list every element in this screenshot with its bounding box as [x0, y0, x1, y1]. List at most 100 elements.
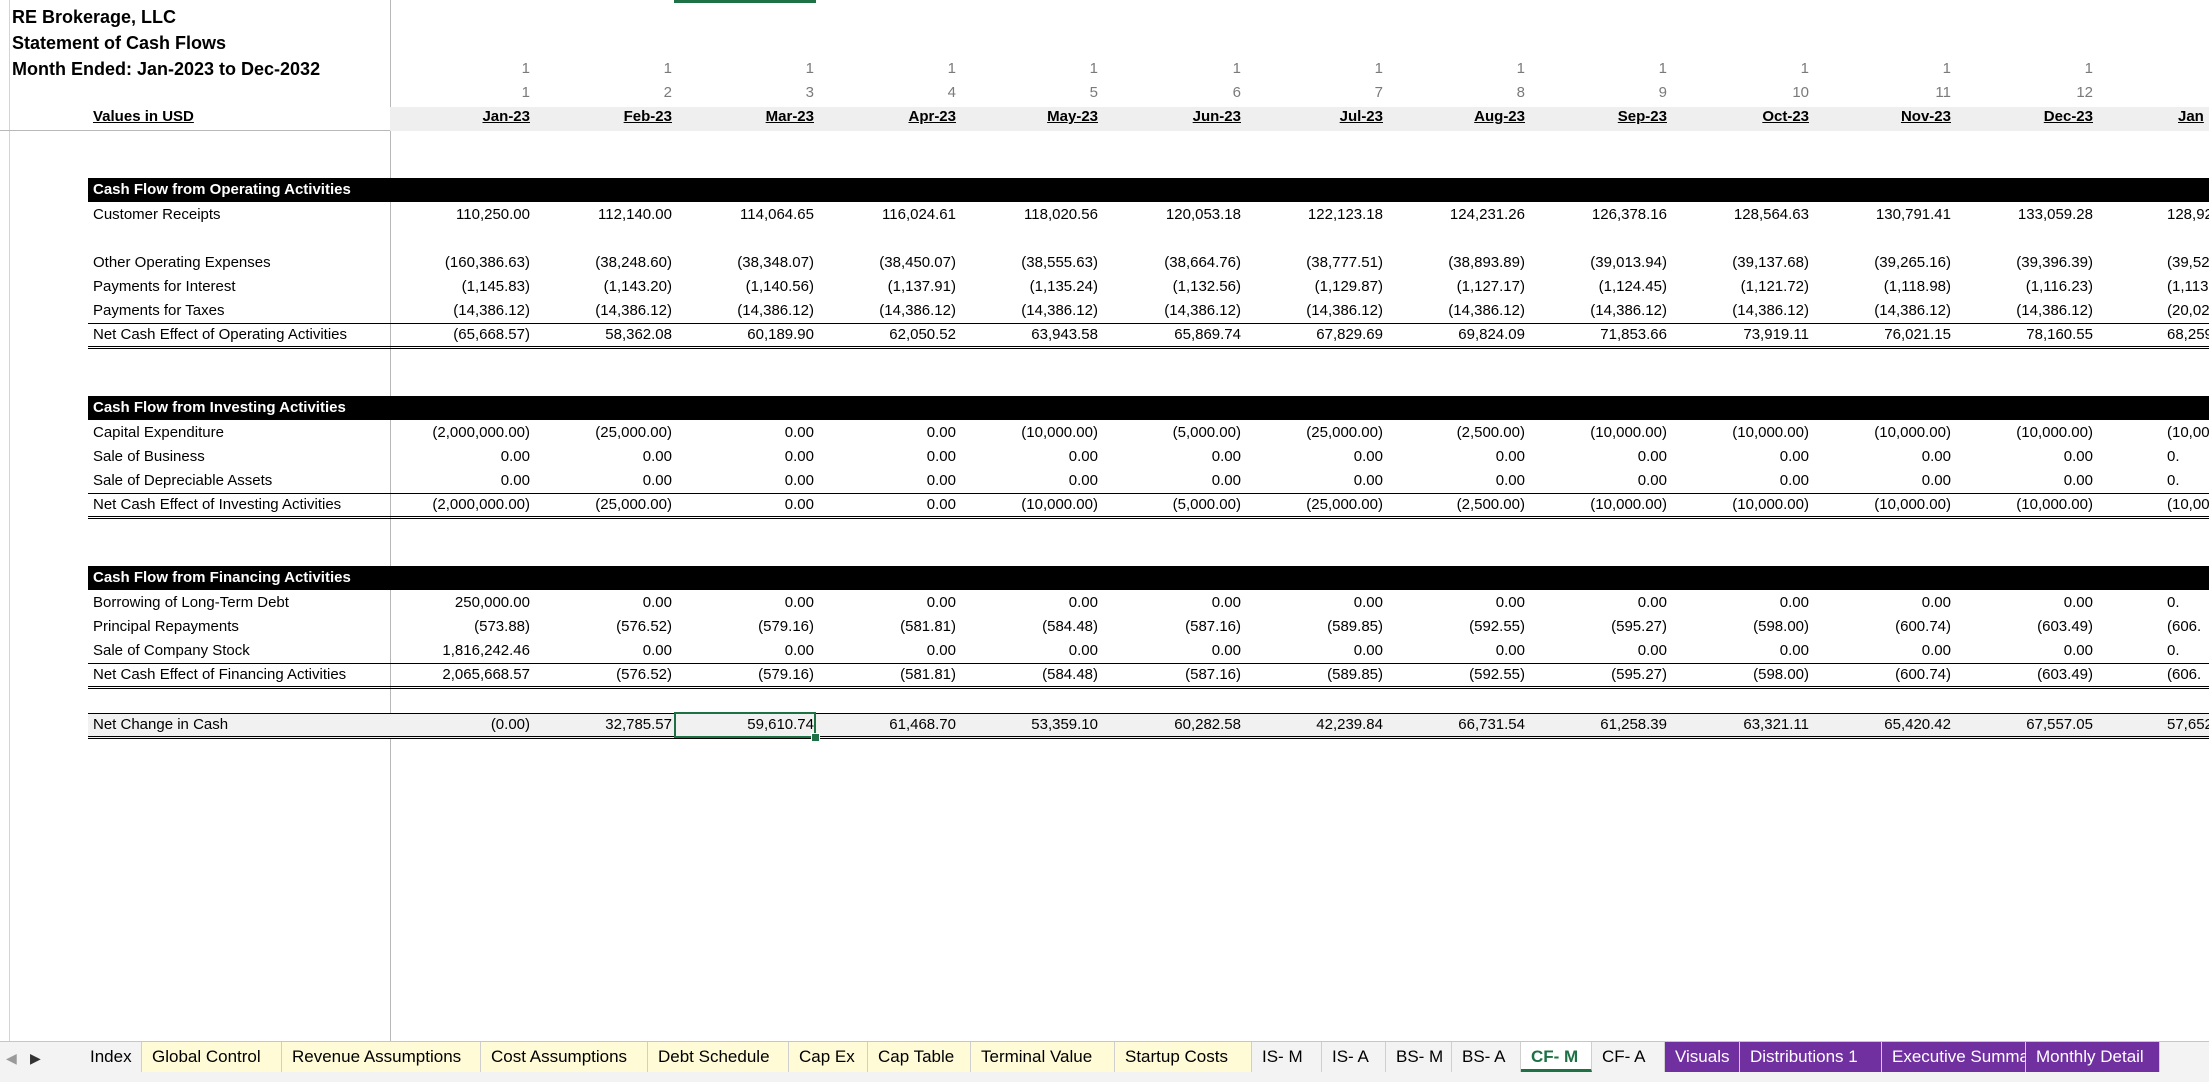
year-index-cell[interactable]: 1 [1674, 60, 1809, 77]
value-cell[interactable]: 65,420.42 [1816, 714, 1951, 736]
year-index-cell[interactable]: 1 [395, 60, 530, 77]
value-cell[interactable]: 60,189.90 [679, 324, 814, 346]
value-cell[interactable]: 0.00 [1106, 639, 1241, 663]
row-label[interactable]: Sale of Company Stock [93, 639, 250, 663]
value-cell[interactable]: (0.00) [395, 714, 530, 736]
value-cell[interactable]: 0.00 [1106, 469, 1241, 493]
value-cell[interactable]: (1,121.72) [1674, 275, 1809, 299]
value-cell[interactable]: (587.16) [1106, 664, 1241, 686]
value-cell[interactable]: (14,386.12) [679, 299, 814, 323]
value-cell[interactable]: (587.16) [1106, 615, 1241, 639]
value-cell[interactable]: (579.16) [679, 615, 814, 639]
value-cell[interactable]: (592.55) [1390, 615, 1525, 639]
month-header-cell[interactable]: Jul-23 [1248, 108, 1383, 125]
value-cell[interactable]: (39,013.94) [1532, 251, 1667, 275]
value-cell[interactable]: 53,359.10 [963, 714, 1098, 736]
value-cell[interactable]: (598.00) [1674, 615, 1809, 639]
value-cell[interactable]: 57,652. [2167, 714, 2209, 736]
value-cell[interactable]: (10,000.00) [1816, 494, 1951, 516]
value-cell[interactable]: (10,000.00) [963, 494, 1098, 516]
value-cell[interactable]: 0.00 [1816, 469, 1951, 493]
value-cell[interactable]: 0.00 [1674, 469, 1809, 493]
value-cell[interactable]: 110,250.00 [395, 203, 530, 227]
spreadsheet-grid[interactable]: RE Brokerage, LLC Statement of Cash Flow… [0, 0, 2209, 1041]
month-header-cell[interactable]: Jun-23 [1106, 108, 1241, 125]
year-index-cell[interactable]: 1 [1248, 60, 1383, 77]
value-cell[interactable]: 0.00 [1532, 591, 1667, 615]
value-cell[interactable]: 0.00 [821, 639, 956, 663]
month-header-cell[interactable]: Aug-23 [1390, 108, 1525, 125]
value-cell[interactable]: (1,113. [2167, 275, 2209, 299]
month-header-cell[interactable]: Dec-23 [1958, 108, 2093, 125]
value-cell[interactable]: 0.00 [679, 421, 814, 445]
month-index-cell[interactable]: 2 [537, 84, 672, 101]
year-index-cell[interactable]: 1 [1532, 60, 1667, 77]
value-cell[interactable]: (581.81) [821, 664, 956, 686]
value-cell[interactable]: (595.27) [1532, 664, 1667, 686]
value-cell[interactable]: 133,059.28 [1958, 203, 2093, 227]
value-cell[interactable]: 0.00 [1532, 469, 1667, 493]
value-cell[interactable]: 63,321.11 [1674, 714, 1809, 736]
value-cell[interactable]: 76,021.15 [1816, 324, 1951, 346]
value-cell[interactable]: 66,731.54 [1390, 714, 1525, 736]
sheet-tab[interactable]: Startup Costs [1115, 1042, 1252, 1072]
active-cell-selection[interactable] [674, 712, 816, 738]
month-index-cell[interactable]: 8 [1390, 84, 1525, 101]
value-cell[interactable]: 0.00 [679, 494, 814, 516]
value-cell[interactable]: 0.00 [821, 445, 956, 469]
value-cell[interactable]: 0.00 [1816, 445, 1951, 469]
value-cell[interactable]: (10,000. [2167, 421, 2209, 445]
value-cell[interactable]: (39,396.39) [1958, 251, 2093, 275]
row-label[interactable]: Principal Repayments [93, 615, 239, 639]
value-cell[interactable]: 128,922. [2167, 203, 2209, 227]
value-cell[interactable]: 0.00 [1674, 445, 1809, 469]
value-cell[interactable]: (39,265.16) [1816, 251, 1951, 275]
value-cell[interactable]: 0.00 [821, 469, 956, 493]
chevron-left-icon[interactable]: ◀ [6, 1050, 17, 1067]
value-cell[interactable]: 0.00 [821, 421, 956, 445]
month-header-cell[interactable]: Oct-23 [1674, 108, 1809, 125]
value-cell[interactable]: 0.00 [395, 469, 530, 493]
value-cell[interactable]: (20,022. [2167, 299, 2209, 323]
value-cell[interactable]: (10,000.00) [1674, 421, 1809, 445]
month-index-cell[interactable]: 12 [1958, 84, 2093, 101]
value-cell[interactable]: 128,564.63 [1674, 203, 1809, 227]
value-cell[interactable]: (5,000.00) [1106, 494, 1241, 516]
month-index-cell[interactable]: 4 [821, 84, 956, 101]
value-cell[interactable]: 122,123.18 [1248, 203, 1383, 227]
sheet-tab[interactable]: Revenue Assumptions [282, 1042, 481, 1072]
value-cell[interactable]: 0.00 [537, 591, 672, 615]
value-cell[interactable]: 62,050.52 [821, 324, 956, 346]
value-cell[interactable]: 0.00 [679, 445, 814, 469]
value-cell[interactable]: (14,386.12) [1106, 299, 1241, 323]
value-cell[interactable]: 0. [2167, 591, 2209, 615]
year-index-cell[interactable]: 1 [821, 60, 956, 77]
value-cell[interactable]: (2,500.00) [1390, 494, 1525, 516]
value-cell[interactable]: (1,145.83) [395, 275, 530, 299]
value-cell[interactable]: 0.00 [1958, 639, 2093, 663]
value-cell[interactable]: (1,135.24) [963, 275, 1098, 299]
value-cell[interactable]: (603.49) [1958, 615, 2093, 639]
value-cell[interactable]: (576.52) [537, 615, 672, 639]
month-header-cell[interactable]: Nov-23 [1816, 108, 1951, 125]
value-cell[interactable]: (600.74) [1816, 664, 1951, 686]
value-cell[interactable]: (584.48) [963, 664, 1098, 686]
row-label[interactable]: Capital Expenditure [93, 421, 224, 445]
sheet-tab[interactable]: IS- A [1322, 1042, 1386, 1072]
sheet-tab[interactable]: BS- A [1452, 1042, 1521, 1072]
value-cell[interactable]: 0. [2167, 639, 2209, 663]
value-cell[interactable]: 0. [2167, 445, 2209, 469]
value-cell[interactable]: 0.00 [1674, 639, 1809, 663]
value-cell[interactable]: 0.00 [679, 469, 814, 493]
value-cell[interactable]: (10,000. [2167, 494, 2209, 516]
year-index-cell[interactable]: 1 [1390, 60, 1525, 77]
value-cell[interactable]: 42,239.84 [1248, 714, 1383, 736]
value-cell[interactable]: 0.00 [1532, 445, 1667, 469]
sheet-tab[interactable]: CF- M [1521, 1042, 1592, 1072]
value-cell[interactable]: 0.00 [1248, 591, 1383, 615]
month-header-cell[interactable]: May-23 [963, 108, 1098, 125]
value-cell[interactable]: (25,000.00) [1248, 421, 1383, 445]
value-cell[interactable]: (25,000.00) [537, 421, 672, 445]
value-cell[interactable]: (38,664.76) [1106, 251, 1241, 275]
value-cell[interactable]: 0.00 [537, 639, 672, 663]
